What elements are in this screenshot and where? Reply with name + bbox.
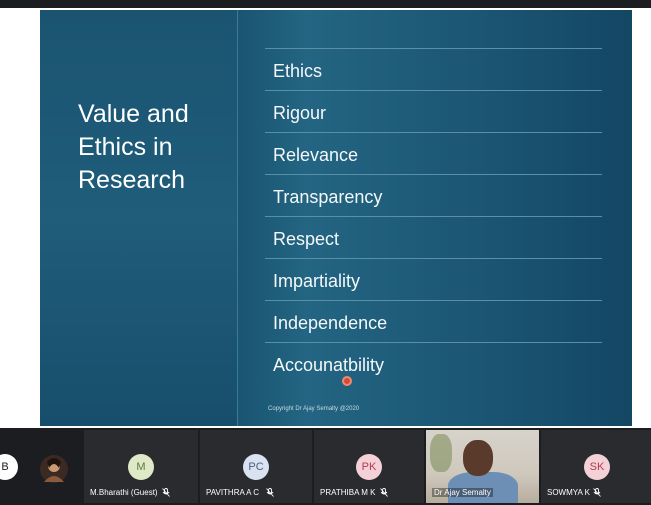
mic-muted-icon (266, 488, 274, 497)
slide-title-line-1: Value and (78, 100, 189, 128)
participant-name: Dr Ajay Semalty (432, 488, 493, 497)
participant-tile-b[interactable]: B (0, 430, 24, 503)
presentation-slide: Value and Ethics in Research Ethics Rigo… (40, 10, 632, 426)
participant-avatar: M (128, 454, 154, 480)
slide-copyright: Copyright Dr Ajay Semalty @2020 (268, 406, 360, 412)
slide-item-accountability: Accounatbility (265, 342, 602, 384)
video-background-plant (430, 434, 452, 472)
participant-initials: SK (589, 461, 605, 473)
laser-pointer-dot (342, 376, 352, 386)
participant-tile-prathiba[interactable]: PK PRATHIBA M K (314, 430, 424, 503)
participant-avatar: PK (356, 454, 382, 480)
window-top-bar (0, 0, 651, 8)
participant-name: SOWMYA K (547, 488, 590, 497)
slide-item-ethics: Ethics (265, 48, 602, 90)
mic-muted-icon (162, 488, 170, 497)
participant-tile-photo[interactable] (26, 430, 82, 503)
slide-item-independence: Independence (265, 300, 602, 342)
participant-tile-pavithra[interactable]: PC PAVITHRA A C (200, 430, 312, 503)
shared-screen-area: Value and Ethics in Research Ethics Rigo… (0, 8, 651, 428)
participant-name: M.Bharathi (Guest) (90, 488, 158, 497)
participant-name: PAVITHRA A C (206, 488, 260, 497)
participant-initials: B (1, 461, 9, 473)
participant-initials: PC (248, 461, 264, 473)
slide-title-line-3: Research (78, 166, 185, 194)
slide-title-panel (40, 10, 238, 426)
participant-initials: PK (361, 461, 377, 473)
slide-title: Value and Ethics in Research (78, 98, 228, 197)
slide-item-rigour: Rigour (265, 90, 602, 132)
mic-muted-icon (380, 488, 388, 497)
video-person-head (463, 440, 493, 476)
slide-item-relevance: Relevance (265, 132, 602, 174)
participant-avatar: B (0, 454, 18, 480)
participant-video-ajay-semalty[interactable]: Dr Ajay Semalty (426, 430, 539, 503)
slide-item-transparency: Transparency (265, 174, 602, 216)
participant-name: PRATHIBA M K (320, 488, 376, 497)
slide-item-impartiality: Impartiality (265, 258, 602, 300)
participant-tile-sowmya[interactable]: SK SOWMYA K (541, 430, 651, 503)
slide-bullet-list: Ethics Rigour Relevance Transparency Res… (265, 48, 602, 384)
participant-avatar: SK (584, 454, 610, 480)
participant-avatar: PC (243, 454, 269, 480)
participant-tile-m-bharathi[interactable]: M M.Bharathi (Guest) (84, 430, 198, 503)
mic-muted-icon (593, 488, 601, 497)
slide-title-line-2: Ethics in (78, 133, 173, 161)
slide-item-respect: Respect (265, 216, 602, 258)
profile-photo-avatar (40, 455, 68, 483)
participant-initials: M (136, 461, 146, 473)
participant-strip: B M M.Bharathi (Guest) PC PAVITHRA A C P… (0, 428, 651, 505)
